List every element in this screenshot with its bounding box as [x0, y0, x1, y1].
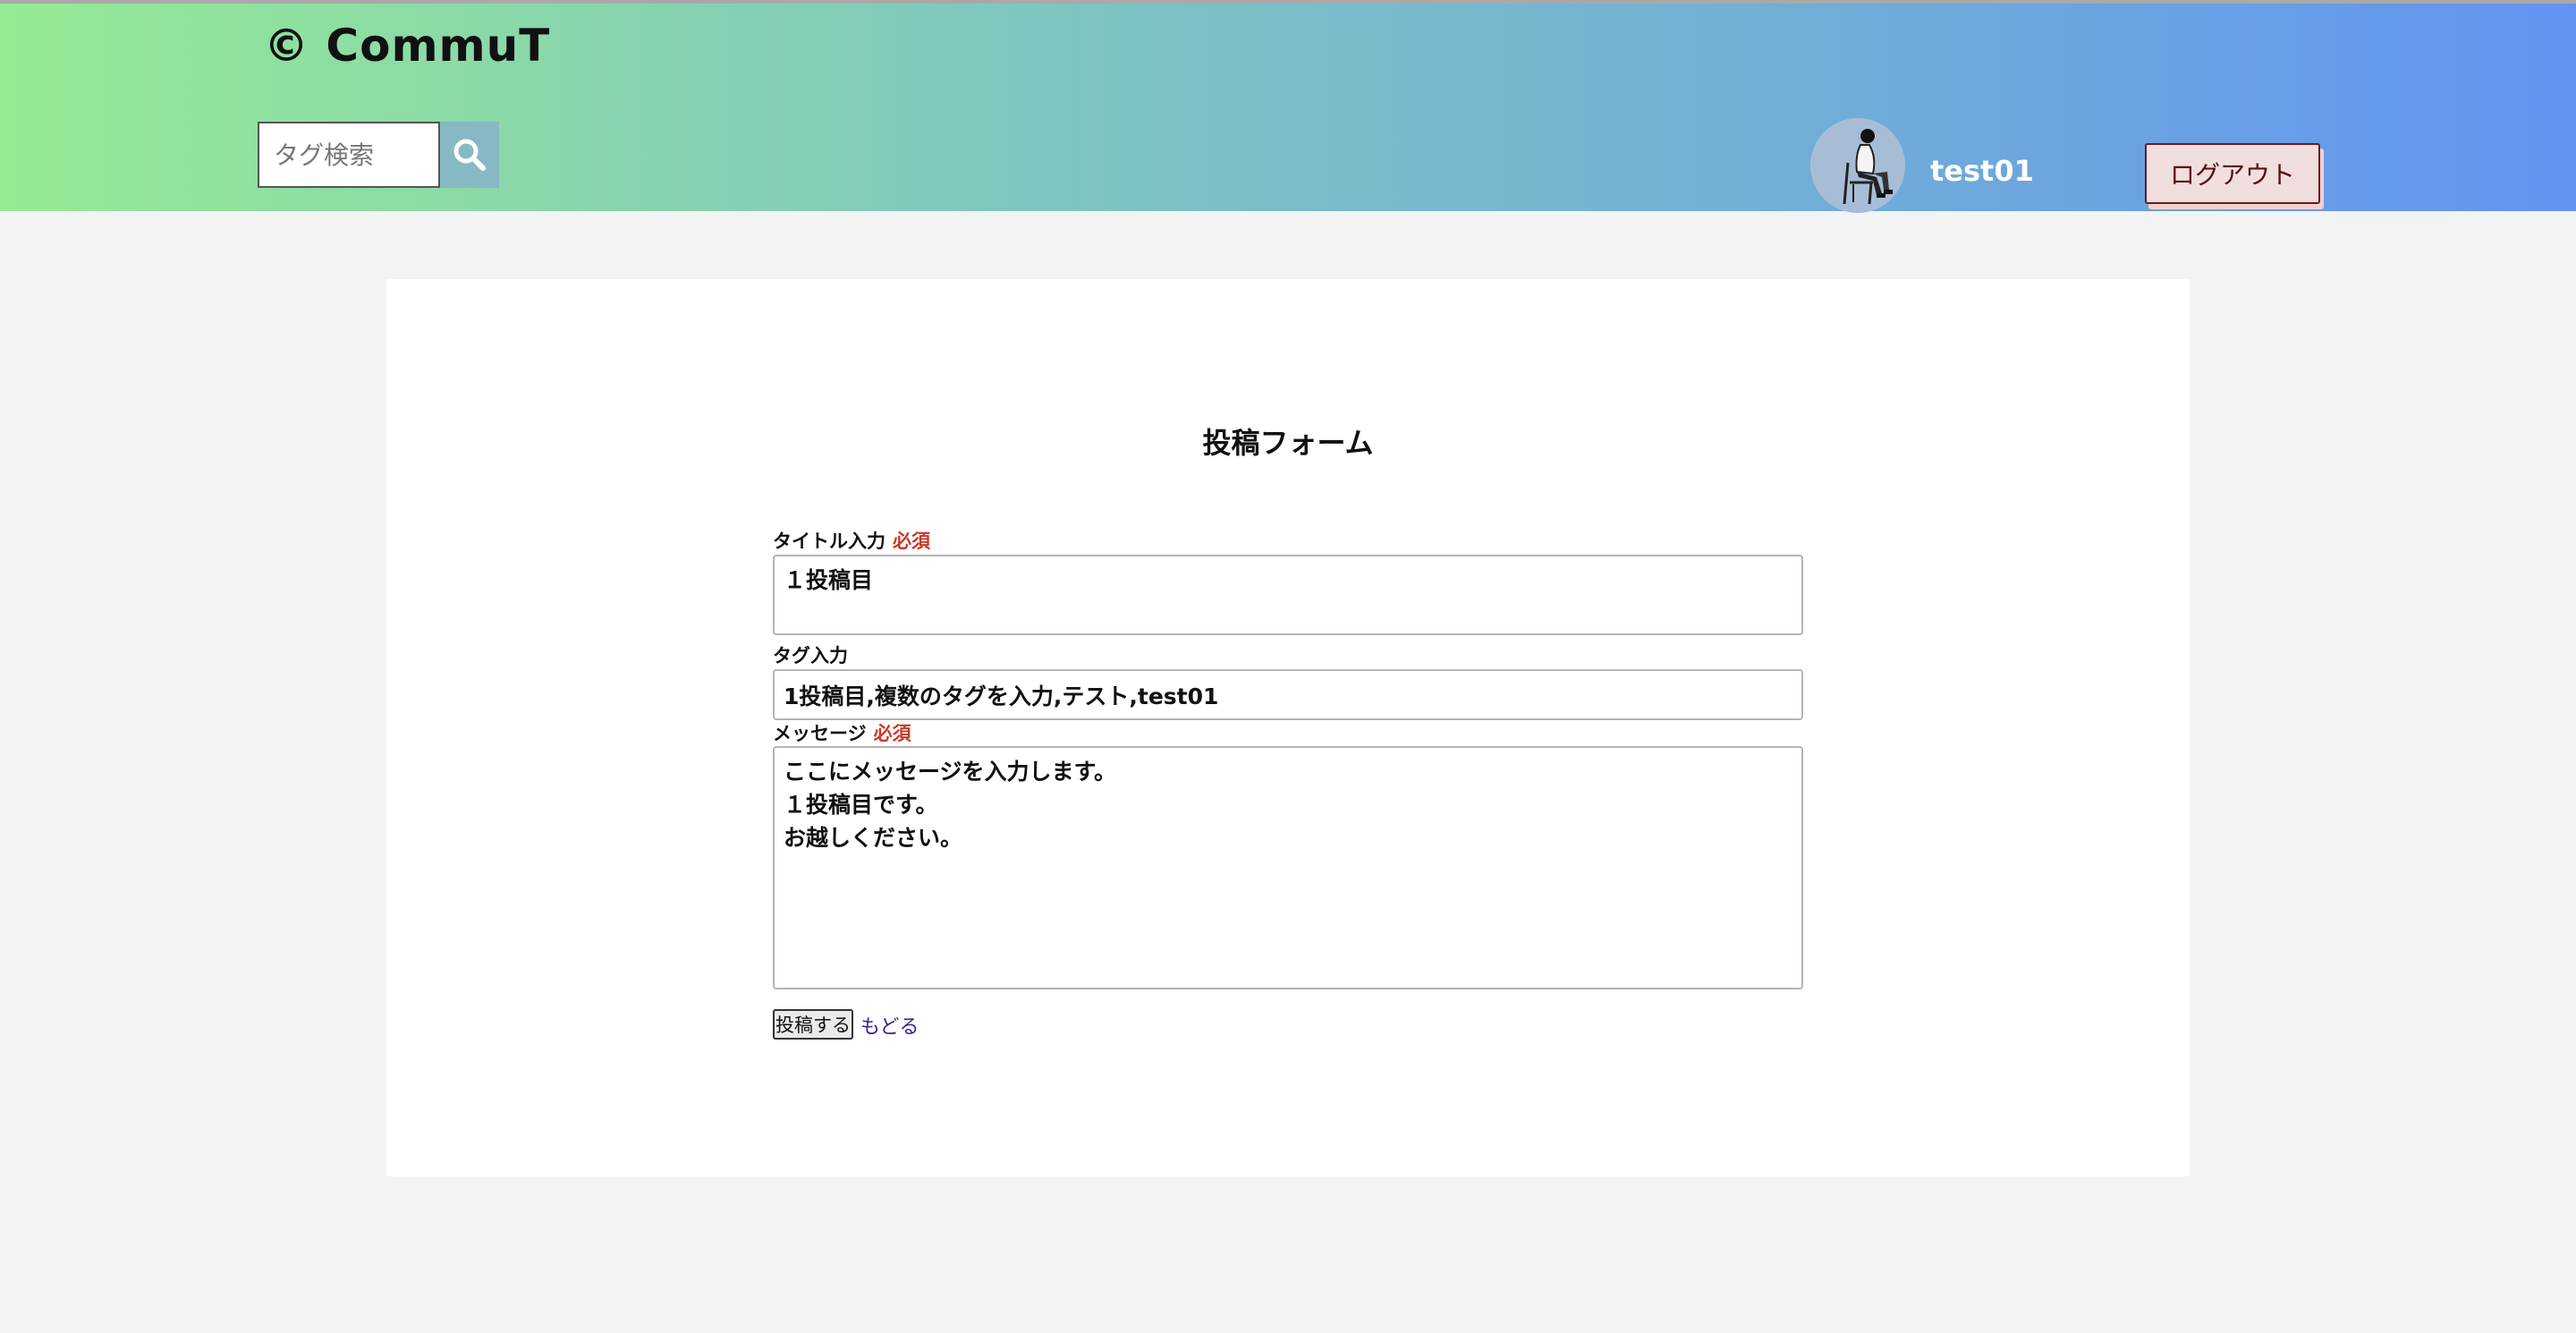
search-icon — [453, 139, 486, 171]
title-input[interactable]: １投稿目 — [773, 555, 1803, 635]
message-label-text: メッセージ — [773, 723, 867, 744]
page-title: 投稿フォーム — [1202, 426, 1374, 460]
back-link[interactable]: もどる — [860, 1011, 919, 1040]
required-badge: 必須 — [873, 723, 911, 744]
tag-search-input[interactable] — [258, 122, 440, 188]
avatar-icon — [1810, 118, 1905, 213]
title-label-text: タイトル入力 — [773, 531, 886, 552]
user-avatar[interactable] — [1810, 118, 1905, 213]
required-badge: 必須 — [893, 531, 930, 552]
logout-button[interactable]: ログアウト — [2145, 143, 2320, 204]
title-label: タイトル入力 必須 — [773, 527, 930, 554]
post-form-card: 投稿フォーム タイトル入力必須 １投稿目 タグ入力 メッセージ必須 ここにメッセ… — [386, 279, 2190, 1176]
tag-input[interactable] — [773, 669, 1803, 720]
message-label: メッセージ 必須 — [773, 719, 911, 746]
tag-label: タグ入力 — [773, 645, 848, 666]
message-textarea[interactable]: ここにメッセージを入力します。 １投稿目です。 お越しください。 — [773, 746, 1803, 989]
site-header: © CommuT test01 ログアウト — [0, 4, 2576, 213]
submit-button[interactable]: 投稿する — [773, 1009, 853, 1040]
site-logo[interactable]: © CommuT — [264, 20, 550, 72]
username: test01 — [1930, 154, 2034, 188]
search-button[interactable] — [440, 122, 499, 188]
